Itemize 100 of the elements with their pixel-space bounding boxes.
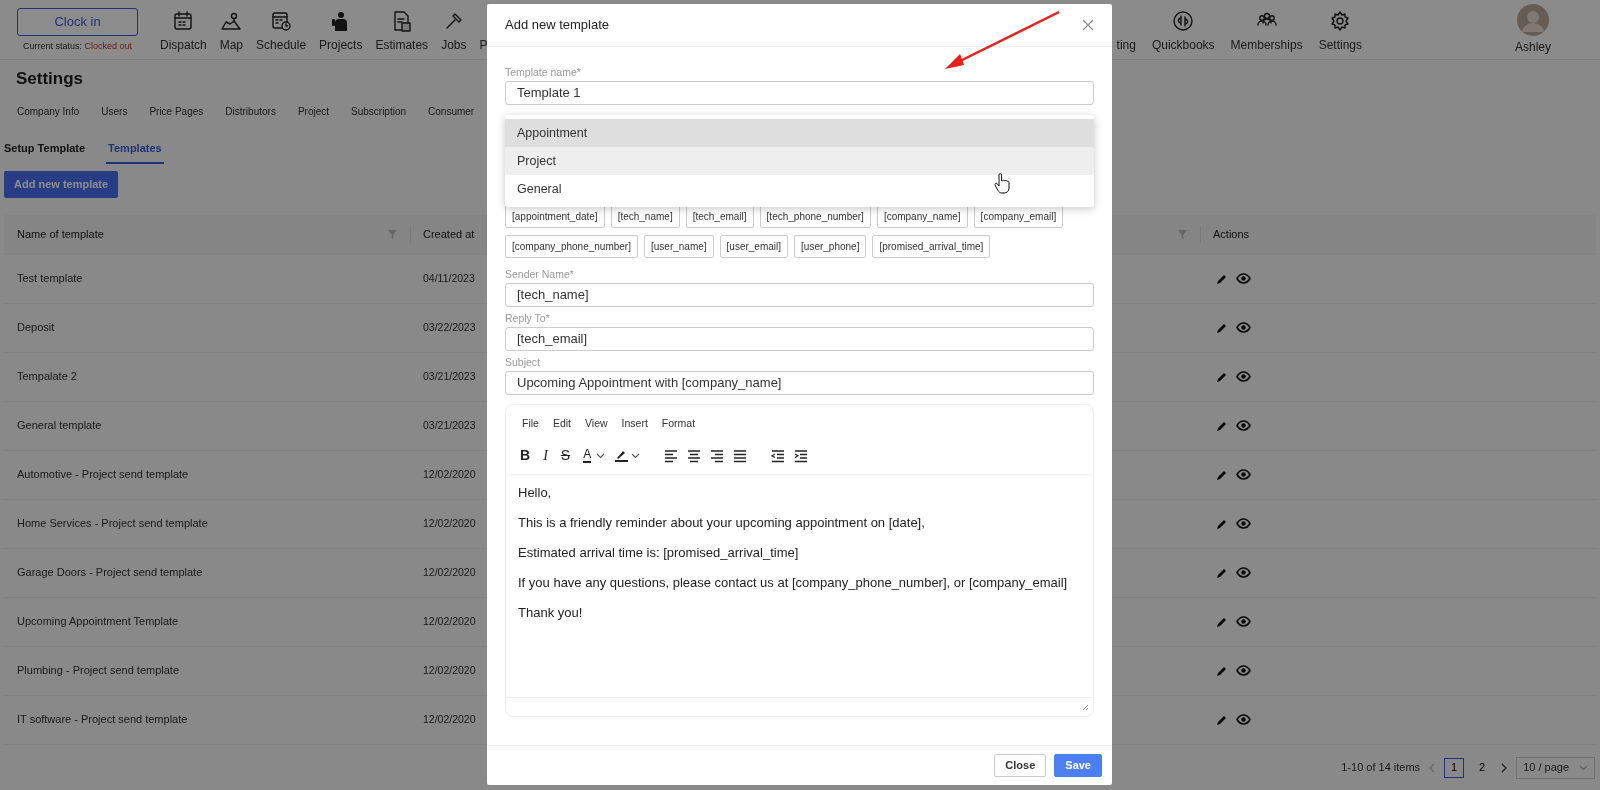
table-cell-text: Deposit — [17, 320, 55, 336]
strikethrough-button[interactable]: S — [558, 445, 573, 466]
variable-tag[interactable]: [company_phone_number] — [505, 235, 638, 258]
eye-icon[interactable] — [1236, 273, 1251, 284]
menu-item[interactable]: Format — [661, 416, 696, 432]
eye-icon[interactable] — [1236, 616, 1251, 627]
eye-icon[interactable] — [1236, 469, 1251, 480]
nav-label[interactable]: Quickbooks — [1151, 36, 1215, 54]
pencil-icon[interactable] — [1216, 321, 1228, 334]
menu-item[interactable]: Insert — [621, 416, 648, 432]
map-icon[interactable] — [220, 10, 243, 32]
close-icon[interactable] — [1082, 19, 1094, 31]
table-cell-text: Tempalate 2 — [17, 369, 77, 385]
field-label: Template name* — [505, 65, 582, 79]
text-field[interactable]: [tech_email] — [505, 327, 1094, 351]
settings-tab[interactable]: Price Pages — [149, 103, 204, 119]
table-cell-text: 03/22/2023 — [423, 319, 476, 335]
nav-label[interactable]: Jobs — [441, 36, 467, 54]
align-left-icon[interactable] — [664, 448, 679, 464]
pencil-icon[interactable] — [1216, 468, 1228, 481]
indent-icon[interactable] — [794, 448, 809, 464]
nav-label[interactable]: Projects — [319, 36, 363, 54]
eye-icon[interactable] — [1236, 420, 1251, 431]
text-field[interactable]: Template 1 — [505, 81, 1094, 105]
nav-label[interactable]: Schedule — [256, 36, 307, 54]
settings-tab[interactable]: Company Info — [17, 103, 80, 119]
menu-item[interactable]: File — [522, 416, 539, 432]
justify-icon[interactable] — [733, 448, 748, 464]
variable-tag[interactable]: [user_name] — [644, 235, 714, 258]
modal-title: Add new template — [505, 16, 610, 35]
pencil-icon[interactable] — [1216, 370, 1228, 383]
eye-icon[interactable] — [1236, 665, 1251, 676]
calendar-clock-icon[interactable] — [270, 10, 293, 32]
dropdown-option[interactable]: Project — [505, 147, 1094, 175]
settings-tab[interactable]: Consumer — [428, 103, 475, 119]
text-field[interactable]: Upcoming Appointment with [company_name] — [505, 371, 1094, 395]
nav-label[interactable]: Map — [219, 36, 244, 54]
nav-label[interactable]: Settings — [1318, 36, 1362, 54]
dropdown-option[interactable]: General — [505, 175, 1094, 203]
settings-tab[interactable]: Distributors — [225, 103, 276, 119]
table-cell-text: Upcoming Appointment Template — [17, 614, 179, 630]
bold-button[interactable]: B — [518, 445, 533, 466]
calendar-icon[interactable] — [172, 10, 195, 32]
table-cell-text: 04/11/2023 — [423, 270, 475, 286]
table-cell-text: 12/02/2020 — [423, 613, 476, 629]
logo-icon[interactable] — [1172, 10, 1195, 32]
table-cell-text: Automotive - Project send template — [17, 467, 189, 483]
nav-label[interactable]: Estimates — [375, 36, 429, 54]
resize-handle-icon[interactable] — [1082, 703, 1089, 711]
text-color-button[interactable]: A — [581, 445, 594, 466]
caret-icon[interactable] — [631, 452, 641, 459]
menu-item[interactable]: View — [585, 416, 608, 432]
save-button[interactable]: Save — [1054, 754, 1102, 777]
page-button[interactable]: 2 — [1472, 757, 1493, 778]
field-label: Sender Name* — [505, 267, 575, 281]
settings-tab[interactable]: Project — [297, 103, 329, 119]
caret-icon[interactable] — [596, 452, 606, 459]
dropdown-option[interactable]: Appointment — [505, 119, 1094, 147]
nav-label[interactable]: ting — [1116, 36, 1136, 54]
nav-label[interactable]: P — [479, 36, 488, 54]
pencil-icon[interactable] — [1216, 272, 1228, 285]
settings-tab[interactable]: Users — [101, 103, 128, 119]
pencil-icon[interactable] — [1216, 517, 1228, 530]
align-center-icon[interactable] — [687, 448, 702, 464]
template-tab[interactable]: Setup Template — [4, 139, 86, 164]
eye-icon[interactable] — [1236, 518, 1251, 529]
text-field[interactable]: [tech_name] — [505, 283, 1094, 307]
eye-icon[interactable] — [1236, 322, 1251, 333]
pencil-icon[interactable] — [1216, 615, 1228, 628]
italic-button[interactable]: I — [541, 445, 550, 466]
user-name[interactable]: Ashley — [1515, 38, 1551, 56]
pencil-icon[interactable] — [1216, 566, 1228, 579]
table-cell-text: 12/02/2020 — [423, 466, 476, 482]
nav-label[interactable]: Memberships — [1230, 36, 1303, 54]
table-cell-text: IT software - Project send template — [17, 712, 188, 728]
eye-icon[interactable] — [1236, 714, 1251, 725]
table-cell-text: Plumbing - Project send template — [17, 663, 180, 679]
outdent-icon[interactable] — [771, 448, 786, 464]
align-right-icon[interactable] — [710, 448, 725, 464]
variable-tag[interactable]: [promised_arrival_time] — [872, 235, 991, 258]
variable-tag[interactable]: [user_email] — [719, 235, 789, 258]
page-button[interactable]: 1 — [1444, 757, 1465, 778]
menu-item[interactable]: Edit — [552, 416, 571, 432]
pagination-summary: 1-10 of 14 items — [1341, 760, 1421, 776]
next-page-icon[interactable] — [1500, 762, 1509, 773]
variable-tag[interactable]: [user_phone] — [794, 235, 867, 258]
eye-icon[interactable] — [1236, 567, 1251, 578]
pencil-icon[interactable] — [1216, 664, 1228, 677]
nav-label[interactable]: Dispatch — [160, 36, 207, 54]
settings-tab[interactable]: Subscription — [351, 103, 407, 119]
eye-icon[interactable] — [1236, 371, 1251, 382]
pencil-icon[interactable] — [1216, 713, 1228, 726]
highlighter-icon[interactable] — [614, 448, 629, 464]
clock-in-button[interactable]: Clock in — [17, 8, 138, 36]
page-size-select[interactable]: 10 / page — [1516, 756, 1595, 779]
table-cell-text: 12/02/2020 — [423, 515, 476, 531]
pencil-icon[interactable] — [1216, 419, 1228, 432]
close-button[interactable]: Close — [994, 754, 1047, 777]
table-cell-text: General template — [17, 418, 102, 434]
table-cell-text: 12/02/2020 — [423, 564, 476, 580]
